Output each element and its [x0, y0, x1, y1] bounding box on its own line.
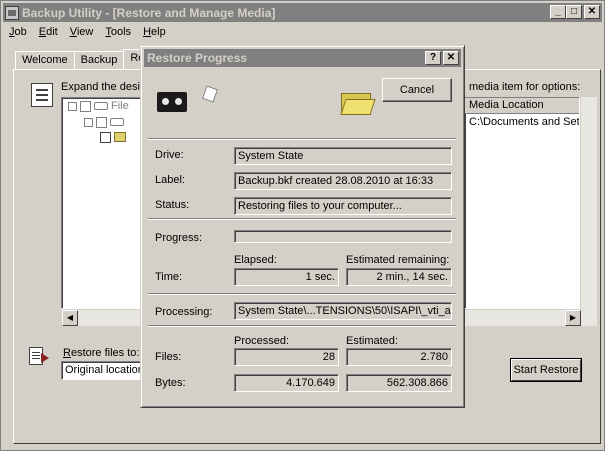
folder-icon — [114, 132, 126, 143]
drive-label: Drive: — [155, 149, 184, 161]
restore-progress-dialog: Restore Progress ? ✕ Cancel Drive: Syste… — [140, 45, 465, 408]
files-estimated-value: 2.780 — [346, 348, 452, 366]
progress-label: Progress: — [155, 232, 203, 244]
tab-strip: Welcome Backup Rest — [15, 49, 160, 69]
remaining-time-value: 2 min., 14 sec. — [346, 268, 452, 286]
elapsed-time-value: 1 sec. — [234, 268, 339, 286]
scroll-left-icon[interactable]: ◀ — [62, 310, 78, 326]
start-restore-button[interactable]: Start Restore — [510, 358, 582, 382]
time-label: Time: — [155, 271, 183, 283]
expand-box-icon[interactable] — [84, 117, 93, 127]
tree-checkbox[interactable] — [96, 116, 107, 128]
menu-tools[interactable]: Tools — [99, 24, 137, 42]
menu-job[interactable]: Job — [3, 24, 33, 42]
tape-drive-icon — [94, 102, 108, 111]
list-vertical-scrollbar[interactable] — [581, 97, 597, 326]
bytes-processed-value: 4.170.649 — [234, 374, 339, 392]
restore-label-text: estore files to: — [70, 347, 140, 359]
tree-row-system-state[interactable] — [100, 131, 126, 143]
media-options-text: media item for options: — [469, 81, 581, 93]
menu-job-text: ob — [14, 26, 27, 38]
menu-view[interactable]: View — [64, 24, 100, 42]
media-icon — [110, 118, 124, 127]
restore-location-select[interactable]: Original location — [61, 361, 143, 380]
menu-edit-hotkey: E — [38, 26, 47, 38]
files-label: Files: — [155, 351, 182, 363]
menu-help-hotkey: H — [143, 26, 152, 38]
tab-backup[interactable]: Backup — [73, 51, 125, 69]
label-value: Backup.bkf created 28.08.2010 at 16:33 — [234, 172, 452, 190]
bytes-label: Bytes: — [155, 377, 186, 389]
separator — [148, 293, 456, 295]
menu-help-text: elp — [151, 26, 166, 38]
maximize-button[interactable]: □ — [566, 5, 582, 19]
processing-value: System State\...TENSIONS\50\ISAPI\_vti_a… — [234, 302, 452, 320]
cancel-button[interactable]: Cancel — [382, 78, 452, 102]
window-title: Backup Utility - [Restore and Manage Med… — [22, 5, 276, 20]
estimated-remaining-header: Estimated remaining: — [346, 254, 450, 266]
separator — [148, 325, 456, 327]
restore-list-icon — [31, 83, 53, 107]
menu-tools-text: ools — [110, 26, 132, 38]
backup-app-icon — [5, 5, 19, 20]
column-header-media-location[interactable]: Media Location — [465, 98, 579, 114]
menu-view-hotkey: V — [69, 26, 77, 38]
help-button[interactable]: ? — [425, 51, 441, 65]
minimize-button[interactable]: _ — [550, 5, 566, 19]
tree-row-sub[interactable] — [84, 116, 127, 128]
status-label: Status: — [155, 199, 190, 211]
menu-edit-text: dit — [46, 26, 58, 38]
expand-instructions: Expand the desire — [61, 81, 150, 93]
dialog-close-button[interactable]: ✕ — [443, 51, 459, 65]
tree-checkbox[interactable] — [80, 100, 91, 112]
estimated-header: Estimated: — [346, 335, 398, 347]
restore-files-to-label: Restore files to: — [63, 347, 139, 359]
list-horizontal-scrollbar[interactable]: ▶ — [465, 310, 581, 326]
tree-row-file[interactable]: File — [68, 100, 129, 112]
bytes-estimated-value: 562.308.866 — [346, 374, 452, 392]
label-label: Label: — [155, 174, 185, 186]
tree-checkbox-checked[interactable] — [100, 131, 111, 143]
tab-welcome[interactable]: Welcome — [15, 51, 75, 69]
separator — [148, 138, 456, 140]
processed-header: Processed: — [234, 335, 290, 347]
main-titlebar[interactable]: Backup Utility - [Restore and Manage Med… — [3, 3, 602, 22]
elapsed-header: Elapsed: — [234, 254, 277, 266]
progress-bar — [234, 230, 452, 243]
tree-item-label: File — [111, 100, 129, 112]
menu-view-text: iew — [76, 26, 94, 38]
scroll-right-icon[interactable]: ▶ — [565, 310, 581, 326]
expand-box-icon[interactable] — [68, 101, 77, 111]
menu-help[interactable]: Help — [137, 24, 172, 42]
flying-document-icon — [201, 85, 219, 103]
list-item[interactable]: C:\Documents and Settir — [465, 114, 579, 130]
drive-value: System State — [234, 147, 452, 165]
open-folder-icon — [340, 89, 376, 115]
files-processed-value: 28 — [234, 348, 339, 366]
restore-label-hotkey: R — [63, 347, 71, 359]
menu-bar: Job Edit View Tools Help — [3, 24, 172, 42]
restore-files-icon — [29, 347, 51, 369]
tape-cassette-icon — [157, 92, 187, 112]
start-restore-label: Start Restore — [511, 359, 581, 381]
separator — [148, 218, 456, 220]
status-value: Restoring files to your computer... — [234, 197, 452, 215]
processing-label: Processing: — [155, 306, 213, 318]
close-button[interactable]: ✕ — [584, 5, 600, 19]
dialog-titlebar[interactable]: Restore Progress ? ✕ — [144, 49, 461, 67]
media-location-list[interactable]: Media Location C:\Documents and Settir — [464, 97, 580, 309]
menu-edit[interactable]: Edit — [33, 24, 64, 42]
dialog-title: Restore Progress — [147, 51, 248, 65]
